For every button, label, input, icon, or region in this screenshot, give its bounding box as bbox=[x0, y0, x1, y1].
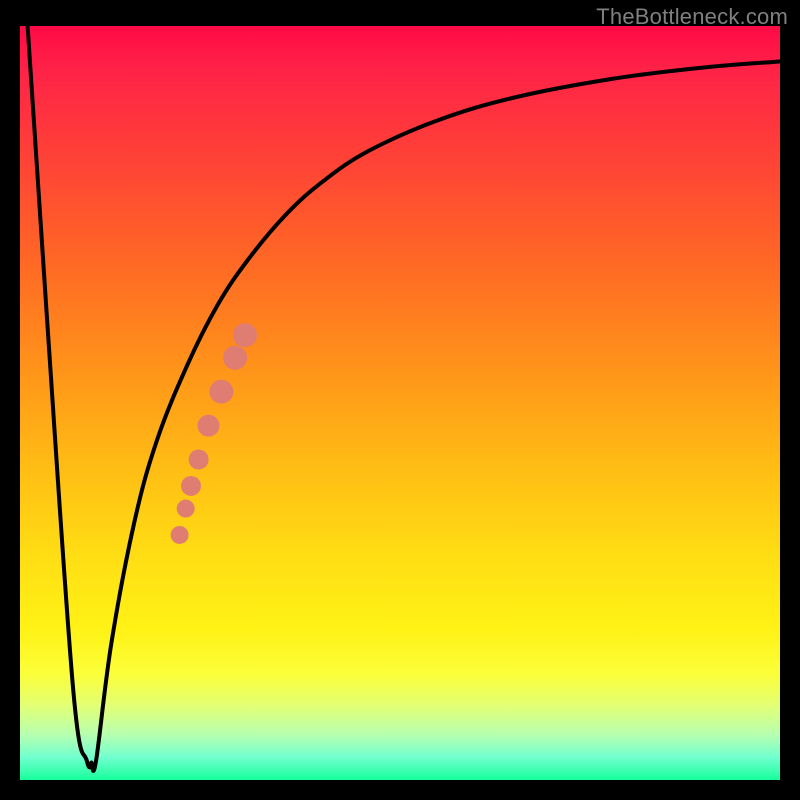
highlight-dot bbox=[223, 346, 247, 370]
plot-area bbox=[20, 26, 780, 780]
highlight-dot bbox=[233, 323, 257, 347]
chart-svg bbox=[20, 26, 780, 780]
highlight-dot bbox=[209, 380, 233, 404]
curve-left-branch bbox=[28, 26, 92, 767]
highlight-dot bbox=[197, 415, 219, 437]
highlight-dots bbox=[171, 323, 257, 544]
curve-right-branch bbox=[91, 61, 780, 771]
watermark-text: TheBottleneck.com bbox=[596, 4, 788, 30]
highlight-dot bbox=[171, 526, 189, 544]
chart-frame: TheBottleneck.com bbox=[0, 0, 800, 800]
highlight-dot bbox=[177, 500, 195, 518]
highlight-dot bbox=[181, 476, 201, 496]
highlight-dot bbox=[189, 450, 209, 470]
